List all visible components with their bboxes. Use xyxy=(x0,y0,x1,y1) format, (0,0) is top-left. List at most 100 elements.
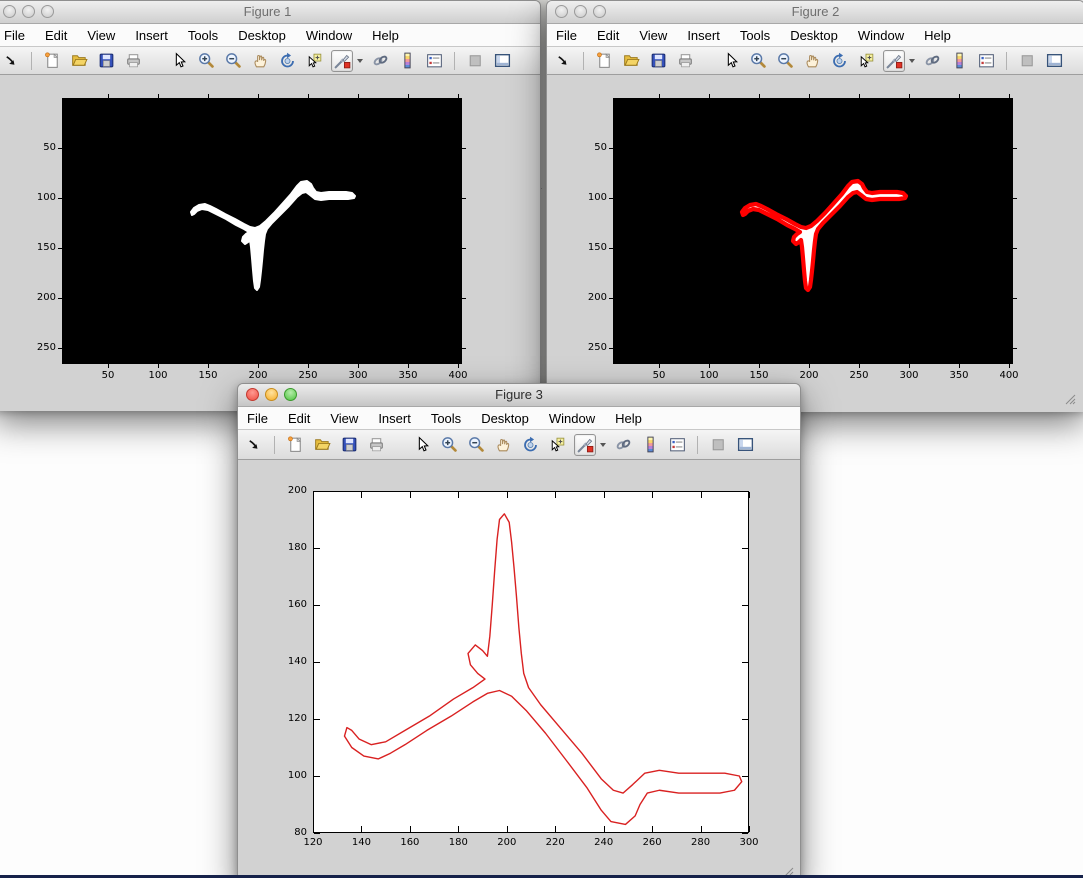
y-tick-label: 200 xyxy=(22,292,56,303)
show-plot-tools-icon[interactable] xyxy=(735,435,755,455)
zoom-in-icon[interactable] xyxy=(748,51,768,71)
tick-mark xyxy=(909,364,910,368)
tick-mark xyxy=(709,364,710,368)
menu-file[interactable]: File xyxy=(556,28,577,43)
figure2-window[interactable]: Figure 2 File Edit View Insert Tools Desktop W… xyxy=(546,0,1083,410)
show-plot-tools-icon[interactable] xyxy=(492,51,512,71)
print-figure-icon[interactable] xyxy=(366,435,386,455)
print-figure-icon[interactable] xyxy=(675,51,695,71)
menu-edit[interactable]: Edit xyxy=(45,28,67,43)
menu-insert[interactable]: Insert xyxy=(135,28,168,43)
tick-mark xyxy=(959,364,960,368)
figure3-window[interactable]: Figure 3 File Edit View Insert Tools Desktop W… xyxy=(237,383,801,878)
zoom-out-icon[interactable] xyxy=(775,51,795,71)
menu-edit[interactable]: Edit xyxy=(597,28,619,43)
menu-file[interactable]: File xyxy=(247,411,268,426)
save-figure-icon[interactable] xyxy=(648,51,668,71)
resize-handle[interactable] xyxy=(1063,392,1076,405)
new-figure-icon[interactable] xyxy=(594,51,614,71)
insert-legend-icon[interactable] xyxy=(424,51,444,71)
pan-hand-icon[interactable] xyxy=(493,435,513,455)
rotate-3d-icon[interactable] xyxy=(277,51,297,71)
menu-file[interactable]: File xyxy=(4,28,25,43)
insert-legend-icon[interactable] xyxy=(976,51,996,71)
new-figure-icon[interactable] xyxy=(285,435,305,455)
insert-colorbar-icon[interactable] xyxy=(949,51,969,71)
show-plot-tools-icon[interactable] xyxy=(1044,51,1064,71)
rotate-3d-icon[interactable] xyxy=(520,435,540,455)
undock-arrow-icon[interactable] xyxy=(553,51,573,71)
data-cursor-icon[interactable] xyxy=(304,51,324,71)
menu-insert[interactable]: Insert xyxy=(687,28,720,43)
menu-tools[interactable]: Tools xyxy=(188,28,218,43)
menu-tools[interactable]: Tools xyxy=(431,411,461,426)
zoom-out-icon[interactable] xyxy=(466,435,486,455)
titlebar[interactable]: Figure 1 xyxy=(0,1,540,24)
menu-desktop[interactable]: Desktop xyxy=(481,411,529,426)
menu-help[interactable]: Help xyxy=(615,411,642,426)
save-figure-icon[interactable] xyxy=(339,435,359,455)
open-file-icon[interactable] xyxy=(312,435,332,455)
pan-hand-icon[interactable] xyxy=(250,51,270,71)
brush-data-icon[interactable] xyxy=(883,50,905,72)
menu-edit[interactable]: Edit xyxy=(288,411,310,426)
open-file-icon[interactable] xyxy=(69,51,89,71)
edit-plot-cursor-icon[interactable] xyxy=(412,435,432,455)
open-file-icon[interactable] xyxy=(621,51,641,71)
window-title: Figure 2 xyxy=(547,1,1083,23)
brush-dropdown-caret-icon[interactable] xyxy=(357,59,363,63)
menu-view[interactable]: View xyxy=(639,28,667,43)
x-tick-label: 50 xyxy=(644,370,674,381)
pan-hand-icon[interactable] xyxy=(802,51,822,71)
menu-desktop[interactable]: Desktop xyxy=(790,28,838,43)
save-figure-icon[interactable] xyxy=(96,51,116,71)
y-tick-label: 250 xyxy=(22,342,56,353)
menu-view[interactable]: View xyxy=(330,411,358,426)
zoom-in-icon[interactable] xyxy=(196,51,216,71)
undock-arrow-icon[interactable] xyxy=(244,435,264,455)
menu-help[interactable]: Help xyxy=(924,28,951,43)
undock-arrow-icon[interactable] xyxy=(1,51,21,71)
titlebar[interactable]: Figure 2 xyxy=(547,1,1083,24)
edit-plot-cursor-icon[interactable] xyxy=(169,51,189,71)
brush-data-icon[interactable] xyxy=(331,50,353,72)
tick-mark xyxy=(809,364,810,368)
window-title: Figure 1 xyxy=(0,1,540,23)
titlebar[interactable]: Figure 3 xyxy=(238,384,800,407)
zoom-in-icon[interactable] xyxy=(439,435,459,455)
brush-dropdown-caret-icon[interactable] xyxy=(909,59,915,63)
menu-window[interactable]: Window xyxy=(858,28,904,43)
brush-data-icon[interactable] xyxy=(574,434,596,456)
tick-mark xyxy=(1013,148,1017,149)
edit-plot-cursor-icon[interactable] xyxy=(721,51,741,71)
menu-insert[interactable]: Insert xyxy=(378,411,411,426)
link-plot-icon[interactable] xyxy=(370,51,390,71)
data-cursor-icon[interactable] xyxy=(856,51,876,71)
insert-colorbar-icon[interactable] xyxy=(640,435,660,455)
x-tick-label: 140 xyxy=(346,837,376,848)
new-figure-icon[interactable] xyxy=(42,51,62,71)
y-tick-label: 100 xyxy=(22,192,56,203)
menu-view[interactable]: View xyxy=(87,28,115,43)
y-tick-label: 50 xyxy=(22,142,56,153)
insert-legend-icon[interactable] xyxy=(667,435,687,455)
x-tick-label: 50 xyxy=(93,370,123,381)
zoom-out-icon[interactable] xyxy=(223,51,243,71)
link-plot-icon[interactable] xyxy=(922,51,942,71)
data-cursor-icon[interactable] xyxy=(547,435,567,455)
menu-help[interactable]: Help xyxy=(372,28,399,43)
rotate-3d-icon[interactable] xyxy=(829,51,849,71)
tick-mark xyxy=(314,833,320,834)
figure1-window[interactable]: Figure 1 File Edit View Insert Tools Desktop W… xyxy=(0,0,541,409)
link-plot-icon[interactable] xyxy=(613,435,633,455)
menu-window[interactable]: Window xyxy=(306,28,352,43)
y-tick-label: 140 xyxy=(273,656,307,667)
insert-colorbar-icon[interactable] xyxy=(397,51,417,71)
brush-dropdown-caret-icon[interactable] xyxy=(600,443,606,447)
x-tick-label: 350 xyxy=(944,370,974,381)
print-figure-icon[interactable] xyxy=(123,51,143,71)
menu-window[interactable]: Window xyxy=(549,411,595,426)
y-tick-label: 150 xyxy=(22,242,56,253)
menu-desktop[interactable]: Desktop xyxy=(238,28,286,43)
menu-tools[interactable]: Tools xyxy=(740,28,770,43)
